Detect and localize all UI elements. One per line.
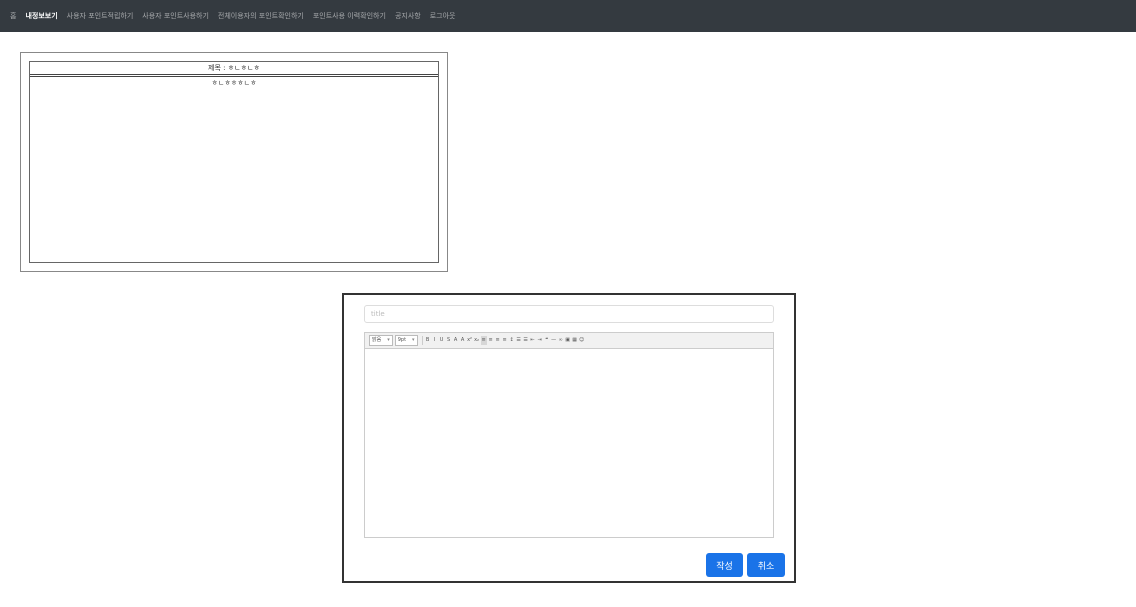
write-form: 맑음 ▾ 9pt ▾ B I U S A A x² x₂ ≡ ≡ ≡ ≡ ↕ ☰…: [342, 293, 796, 583]
align-right-icon[interactable]: ≡: [495, 336, 501, 345]
superscript-icon[interactable]: x²: [467, 336, 473, 345]
font-size-value: 9pt: [397, 337, 407, 343]
quote-icon[interactable]: ❝: [544, 336, 550, 345]
line-height-icon[interactable]: ↕: [509, 336, 515, 345]
post-view-panel: 제목 : ㅎㄴㅎㄴㅎ ㅎㄴㅎㅎㅎㄴㅎ: [20, 52, 448, 272]
top-navbar: 홈 내정보보기 사용자 포인트적립하기 사용자 포인트사용하기 전체이용자의 포…: [0, 0, 1136, 32]
post-body: ㅎㄴㅎㅎㅎㄴㅎ: [211, 79, 257, 87]
chevron-down-icon: ▾: [387, 337, 390, 343]
image-icon[interactable]: ▣: [565, 336, 571, 345]
font-color-icon[interactable]: A: [453, 336, 459, 345]
font-size-select[interactable]: 9pt ▾: [394, 335, 418, 346]
outdent-icon[interactable]: ⇤: [530, 336, 536, 345]
horizontal-rule-icon[interactable]: —: [551, 336, 557, 345]
post-table: 제목 : ㅎㄴㅎㄴㅎ ㅎㄴㅎㅎㅎㄴㅎ: [29, 61, 439, 263]
ordered-list-icon[interactable]: ☰: [516, 336, 522, 345]
bold-icon[interactable]: B: [425, 336, 431, 345]
toolbar-divider: [421, 336, 423, 345]
strikethrough-icon[interactable]: S: [446, 336, 452, 345]
table-icon[interactable]: ▦: [572, 336, 578, 345]
editor-content-area[interactable]: [365, 349, 773, 539]
subscript-icon[interactable]: x₂: [474, 336, 480, 345]
post-title: 제목 : ㅎㄴㅎㄴㅎ: [30, 62, 438, 77]
nav-use-points[interactable]: 사용자 포인트사용하기: [142, 11, 209, 21]
italic-icon[interactable]: I: [432, 336, 438, 345]
editor-toolbar: 맑음 ▾ 9pt ▾ B I U S A A x² x₂ ≡ ≡ ≡ ≡ ↕ ☰…: [365, 333, 773, 349]
nav-home[interactable]: 홈: [10, 11, 16, 21]
nav-earn-points[interactable]: 사용자 포인트적립하기: [67, 11, 134, 21]
nav-all-user-points[interactable]: 전체이용자의 포인트확인하기: [218, 11, 304, 21]
link-icon[interactable]: ∞: [558, 336, 564, 345]
emoji-icon[interactable]: ☺: [579, 336, 585, 345]
nav-my-info[interactable]: 내정보보기: [25, 11, 57, 21]
indent-icon[interactable]: ⇥: [537, 336, 543, 345]
align-justify-icon[interactable]: ≡: [502, 336, 508, 345]
title-input[interactable]: [364, 305, 774, 323]
font-family-value: 맑음: [372, 337, 382, 343]
highlight-icon[interactable]: A: [460, 336, 466, 345]
nav-point-history[interactable]: 포인트사용 이력확인하기: [313, 11, 386, 21]
unordered-list-icon[interactable]: ☰: [523, 336, 529, 345]
submit-button[interactable]: 작성: [706, 553, 743, 577]
underline-icon[interactable]: U: [439, 336, 445, 345]
cancel-button[interactable]: 취소: [747, 553, 785, 577]
align-left-icon[interactable]: ≡: [480, 336, 487, 345]
nav-logout[interactable]: 로그아웃: [430, 11, 456, 21]
chevron-down-icon: ▾: [412, 337, 415, 343]
rich-text-editor: 맑음 ▾ 9pt ▾ B I U S A A x² x₂ ≡ ≡ ≡ ≡ ↕ ☰…: [364, 332, 774, 538]
align-center-icon[interactable]: ≡: [488, 336, 494, 345]
font-family-select[interactable]: 맑음 ▾: [369, 335, 393, 346]
nav-notice[interactable]: 공지사항: [395, 11, 421, 21]
